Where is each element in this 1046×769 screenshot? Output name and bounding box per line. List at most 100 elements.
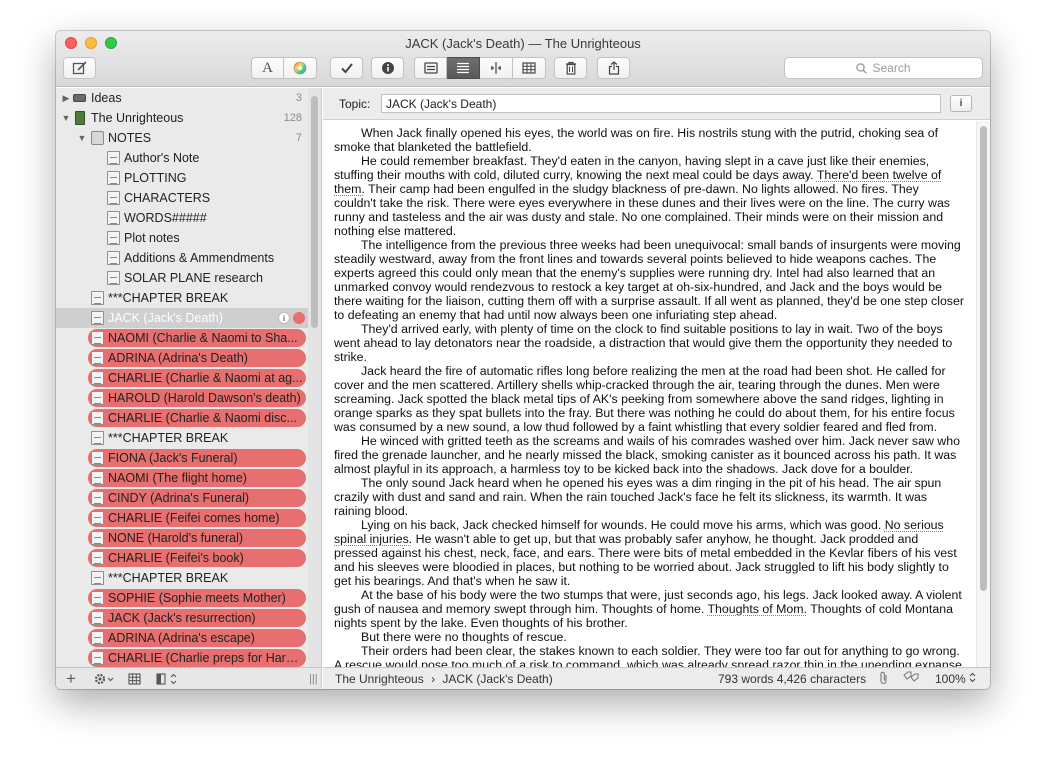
- binder-row-chapter-break[interactable]: ***CHAPTER BREAK: [56, 568, 308, 588]
- binder-row-label: SOPHIE (Sophie meets Mother): [108, 591, 286, 605]
- binder-row-label: Plot notes: [124, 231, 180, 245]
- binder-scroll-thumb[interactable]: [311, 96, 318, 328]
- binder-row-chapter-break[interactable]: ***CHAPTER BREAK: [56, 428, 308, 448]
- binder-row-scene[interactable]: CHARLIE (Charlie preps for Harold): [56, 648, 308, 667]
- binder-row-label: ADRINA (Adrina's Death): [108, 351, 248, 365]
- binder-row-ideas[interactable]: ▶ Ideas 3: [56, 88, 308, 108]
- split-view-button[interactable]: [480, 57, 513, 79]
- resize-handle-icon[interactable]: |||: [309, 670, 318, 688]
- info-icon: i: [959, 98, 963, 109]
- binder-row-note[interactable]: CHARACTERS: [56, 188, 308, 208]
- topic-field[interactable]: JACK (Jack's Death): [381, 94, 941, 113]
- trash-button[interactable]: [554, 57, 587, 79]
- action-menu-button[interactable]: [94, 670, 116, 688]
- paragraph: He winced with gritted teeth as the scre…: [334, 434, 960, 476]
- binder-row-label: SOLAR PLANE research: [124, 271, 263, 285]
- breadcrumb-document[interactable]: JACK (Jack's Death): [442, 672, 552, 686]
- disclosure-collapsed-icon[interactable]: ▶: [61, 93, 71, 104]
- color-wheel-icon: [293, 61, 307, 75]
- text-run: Lying on his back, Jack checked himself …: [361, 518, 885, 532]
- topic-info-button[interactable]: i: [950, 95, 972, 112]
- binder-row-scene[interactable]: ADRINA (Adrina's escape): [56, 628, 308, 648]
- binder-row-note[interactable]: Author's Note: [56, 148, 308, 168]
- grid-view-button[interactable]: [128, 670, 141, 688]
- binder-row-selected-document[interactable]: JACK (Jack's Death) i: [56, 308, 308, 328]
- compose-icon: [72, 61, 87, 75]
- binder-row-chapter-break[interactable]: ***CHAPTER BREAK: [56, 288, 308, 308]
- binder-row-note[interactable]: WORDS#####: [56, 208, 308, 228]
- binder-row-note[interactable]: Plot notes: [56, 228, 308, 248]
- info-badge-icon[interactable]: i: [278, 312, 290, 324]
- binder-row-scene[interactable]: CHARLIE (Feifei's book): [56, 548, 308, 568]
- compose-button[interactable]: [63, 57, 96, 79]
- binder-row-label: CHARLIE (Feifei's book): [108, 551, 244, 565]
- paragraph: The only sound Jack heard when he opened…: [334, 476, 942, 518]
- binder-row-scene[interactable]: CHARLIE (Charlie & Naomi at ag...: [56, 368, 308, 388]
- document-icon: [107, 151, 120, 165]
- paragraph: Their orders had been clear, the stakes …: [334, 644, 962, 667]
- binder-row-note[interactable]: PLOTTING: [56, 168, 308, 188]
- binder-row-label: CHARLIE (Charlie & Naomi at ag...: [108, 371, 303, 385]
- binder-footer: + |||: [56, 667, 322, 689]
- document-icon: [91, 611, 104, 625]
- disclosure-expanded-icon[interactable]: ▼: [61, 113, 71, 123]
- share-button[interactable]: [597, 57, 630, 79]
- binder-row-scene[interactable]: NAOMI (Charlie & Naomi to Sha...: [56, 328, 308, 348]
- binder-row-label: HAROLD (Harold Dawson's death): [108, 391, 301, 405]
- binder-row-label: PLOTTING: [124, 171, 187, 185]
- binder-row-label: NOTES: [108, 131, 152, 145]
- editor-pane[interactable]: When Jack finally opened his eyes, the w…: [323, 121, 990, 667]
- binder-row-scene[interactable]: NONE (Harold's funeral): [56, 528, 308, 548]
- breadcrumb[interactable]: The Unrighteous › JACK (Jack's Death): [335, 672, 553, 686]
- binder-row-label: ***CHAPTER BREAK: [108, 571, 229, 585]
- document-icon: [91, 331, 104, 345]
- binder-row-note[interactable]: SOLAR PLANE research: [56, 268, 308, 288]
- editor-text[interactable]: When Jack finally opened his eyes, the w…: [334, 126, 964, 667]
- binder-row-label: NAOMI (Charlie & Naomi to Sha...: [108, 331, 298, 345]
- inspector-button[interactable]: [371, 57, 404, 79]
- document-menu-button[interactable]: [156, 670, 180, 688]
- binder-row-label: CHARLIE (Feifei comes home): [108, 511, 280, 525]
- paragraph: Lying on his back, Jack checked himself …: [334, 518, 964, 588]
- search-placeholder: Search: [872, 61, 911, 75]
- zoom-menu[interactable]: 100%: [935, 672, 976, 686]
- binder-row-scene[interactable]: CINDY (Adrina's Funeral): [56, 488, 308, 508]
- corkboard-view-button[interactable]: [414, 57, 447, 79]
- document-icon: [91, 391, 104, 405]
- colors-button[interactable]: [284, 57, 317, 79]
- search-field[interactable]: Search: [784, 57, 983, 79]
- format-font-button[interactable]: A: [251, 57, 284, 79]
- keywords-icon[interactable]: [903, 671, 919, 686]
- add-icon[interactable]: +: [66, 669, 76, 688]
- text-run: He wasn't able to get up, but that was p…: [334, 532, 957, 588]
- binder-row-notes-folder[interactable]: ▼ NOTES 7: [56, 128, 308, 148]
- binder-row-scene[interactable]: JACK (Jack's resurrection): [56, 608, 308, 628]
- editor-scroll-thumb[interactable]: [980, 126, 987, 591]
- binder-row-scene[interactable]: HAROLD (Harold Dawson's death): [56, 388, 308, 408]
- paperclip-icon[interactable]: [879, 671, 889, 688]
- document-view-button[interactable]: [447, 57, 480, 79]
- editor-footer: The Unrighteous › JACK (Jack's Death) 79…: [323, 667, 990, 689]
- breadcrumb-project[interactable]: The Unrighteous: [335, 672, 424, 686]
- binder-row-project[interactable]: ▼ The Unrighteous 128: [56, 108, 308, 128]
- binder-row-label: WORDS#####: [124, 211, 207, 225]
- binder-row-scene[interactable]: CHARLIE (Charlie & Naomi disc...: [56, 408, 308, 428]
- binder-row-scene[interactable]: SOPHIE (Sophie meets Mother): [56, 588, 308, 608]
- mark-complete-button[interactable]: [330, 57, 363, 79]
- binder-scrollbar[interactable]: [308, 88, 321, 667]
- zoom-level: 100%: [935, 672, 966, 686]
- document-icon: [107, 231, 120, 245]
- editor-scrollbar[interactable]: [976, 121, 990, 667]
- document-icon: [91, 651, 104, 665]
- word-count[interactable]: 793 words 4,426 characters: [718, 672, 866, 686]
- spellcheck-flagged-text[interactable]: Thoughts of Mom.: [708, 602, 807, 616]
- binder-row-scene[interactable]: NAOMI (The flight home): [56, 468, 308, 488]
- binder-row-scene[interactable]: FIONA (Jack's Funeral): [56, 448, 308, 468]
- binder-row-scene[interactable]: ADRINA (Adrina's Death): [56, 348, 308, 368]
- disclosure-expanded-icon[interactable]: ▼: [77, 133, 87, 143]
- binder-row-label: Ideas: [91, 91, 122, 105]
- binder-row-scene[interactable]: CHARLIE (Feifei comes home): [56, 508, 308, 528]
- binder-row-note[interactable]: Additions & Ammendments: [56, 248, 308, 268]
- folder-icon: [91, 131, 104, 145]
- outline-view-button[interactable]: [513, 57, 546, 79]
